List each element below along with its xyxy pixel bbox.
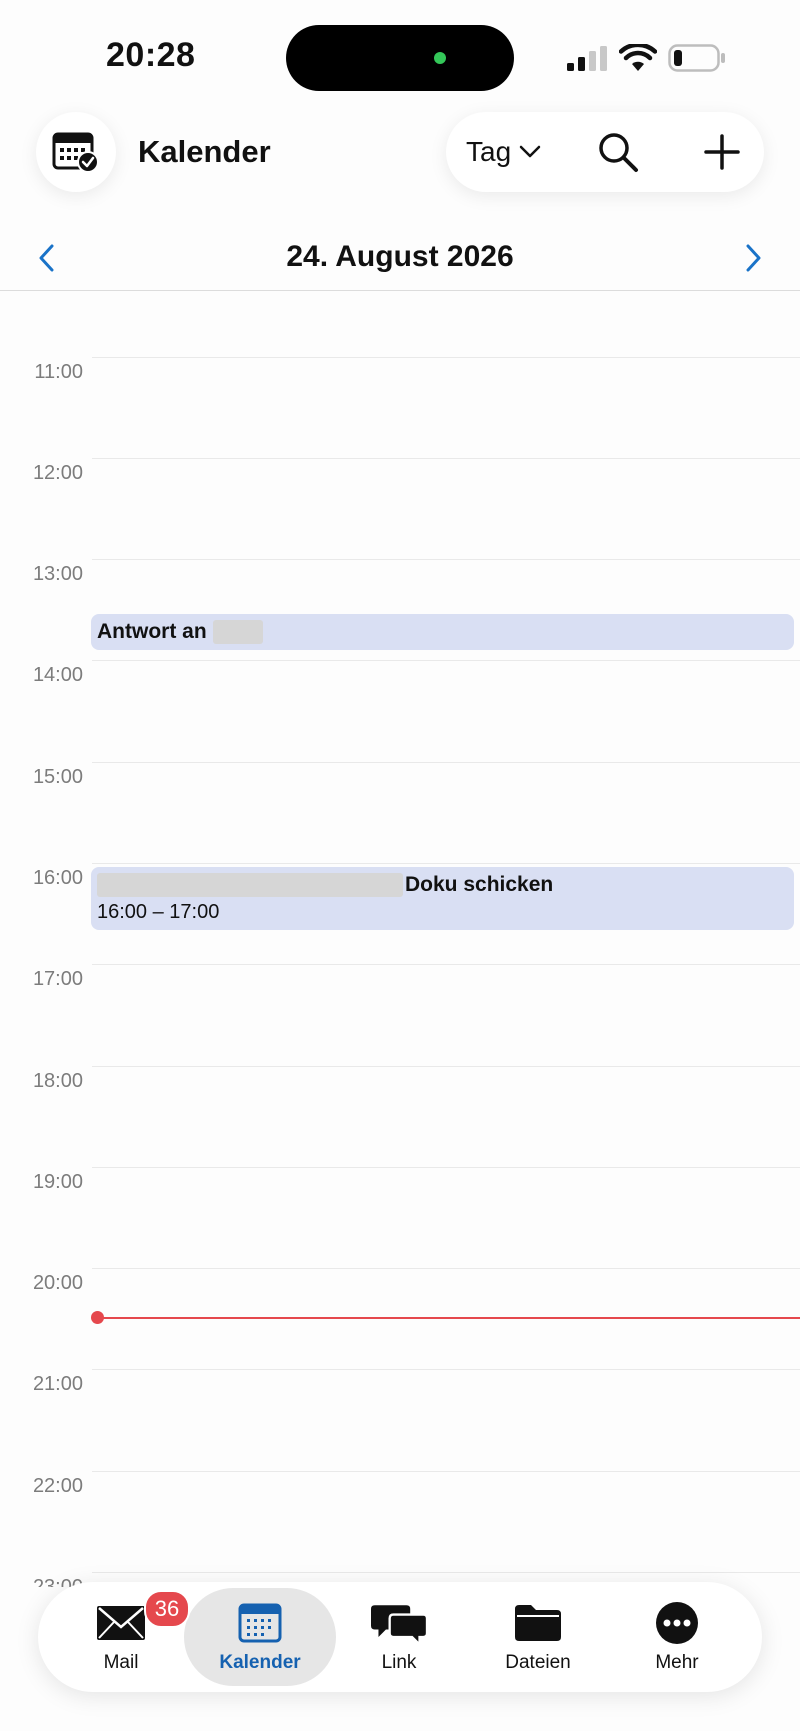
calendar-event[interactable]: Doku schicken 16:00 – 17:00 [91, 867, 794, 930]
view-mode-label: Tag [466, 136, 512, 167]
hour-divider [92, 863, 800, 864]
folder-icon [515, 1605, 561, 1641]
hour-label: 13:00 [32, 563, 83, 585]
calendar-app-button[interactable] [36, 112, 116, 192]
current-date: 24. August 2026 [286, 240, 514, 273]
battery-icon [668, 44, 725, 72]
event-title: Doku schicken [97, 873, 794, 897]
hour-label: 14:00 [32, 664, 83, 686]
tab-label: Mehr [655, 1652, 699, 1673]
event-time: 16:00 – 17:00 [97, 901, 220, 923]
tab-link[interactable]: Link [331, 1582, 467, 1692]
hour-divider [92, 1167, 800, 1168]
hour-divider [92, 964, 800, 965]
hour-label: 19:00 [32, 1171, 83, 1193]
header-actions: Tag [446, 112, 764, 192]
event-title: Antwort an [97, 620, 794, 644]
hour-divider [92, 1572, 800, 1573]
hour-divider [92, 1066, 800, 1067]
hour-label: 12:00 [32, 462, 83, 484]
hour-label: 16:00 [32, 867, 83, 889]
date-navigation: 24. August 2026 [0, 226, 800, 291]
tab-label: Mail [103, 1652, 139, 1673]
camera-indicator-dot [434, 52, 446, 64]
dynamic-island [286, 25, 514, 91]
chevron-right-icon[interactable] [738, 240, 768, 276]
hour-row: 22:00 [0, 1471, 800, 1572]
hour-divider [92, 1268, 800, 1269]
calendar-icon [238, 1603, 282, 1643]
hour-row: 21:00 [0, 1369, 800, 1470]
status-bar: 20:28 [0, 0, 800, 110]
chevron-down-icon [519, 145, 541, 158]
redacted-text [212, 620, 263, 644]
hour-label: 21:00 [32, 1373, 83, 1395]
hour-row: 15:00 [0, 762, 800, 863]
current-time-dot [91, 1311, 104, 1324]
hour-label: 15:00 [32, 766, 83, 788]
tab-kalender[interactable]: Kalender [192, 1582, 328, 1692]
hour-divider [92, 660, 800, 661]
hour-divider [92, 1369, 800, 1370]
view-mode-dropdown[interactable]: Tag [466, 112, 541, 192]
hour-row: 11:00 [0, 357, 800, 458]
tab-label: Kalender [219, 1652, 301, 1673]
hour-divider [92, 762, 800, 763]
calendar-event[interactable]: Antwort an [91, 614, 794, 650]
hour-divider [92, 559, 800, 560]
status-time: 20:28 [106, 36, 196, 74]
tab-label: Link [381, 1652, 417, 1673]
unread-badge: 36 [144, 1590, 190, 1628]
hour-label: 18:00 [32, 1070, 83, 1092]
hour-label: 11:00 [34, 361, 83, 383]
event-title-text: Doku schicken [405, 873, 554, 896]
event-title-text: Antwort an [97, 620, 207, 643]
current-time-line [97, 1317, 800, 1319]
hour-label: 17:00 [32, 968, 83, 990]
hour-row: 18:00 [0, 1066, 800, 1167]
tab-bar: Mail 36 Kalender Link Dateien Mehr [38, 1582, 762, 1692]
tab-label: Dateien [505, 1652, 571, 1673]
chat-bubbles-icon [371, 1605, 427, 1646]
mail-icon [97, 1606, 145, 1640]
hour-row: 14:00 [0, 660, 800, 761]
day-timeline[interactable]: 11:00 12:00 13:00 14:00 15:00 16:00 17:0… [0, 291, 800, 1587]
add-event-icon[interactable] [700, 130, 744, 174]
hour-row: 19:00 [0, 1167, 800, 1268]
tab-dateien[interactable]: Dateien [470, 1582, 606, 1692]
signal-icon [567, 46, 607, 71]
calendar-check-icon [52, 132, 99, 173]
redacted-text [97, 873, 403, 897]
more-icon [656, 1602, 698, 1644]
tab-mehr[interactable]: Mehr [609, 1582, 745, 1692]
wifi-icon [619, 44, 657, 71]
hour-row: 12:00 [0, 458, 800, 559]
search-icon[interactable] [596, 130, 640, 174]
hour-divider [92, 458, 800, 459]
hour-divider [92, 357, 800, 358]
hour-label: 22:00 [32, 1475, 83, 1497]
hour-row: 17:00 [0, 964, 800, 1065]
page-title: Kalender [138, 134, 271, 169]
hour-label: 20:00 [32, 1272, 83, 1294]
hour-divider [92, 1471, 800, 1472]
